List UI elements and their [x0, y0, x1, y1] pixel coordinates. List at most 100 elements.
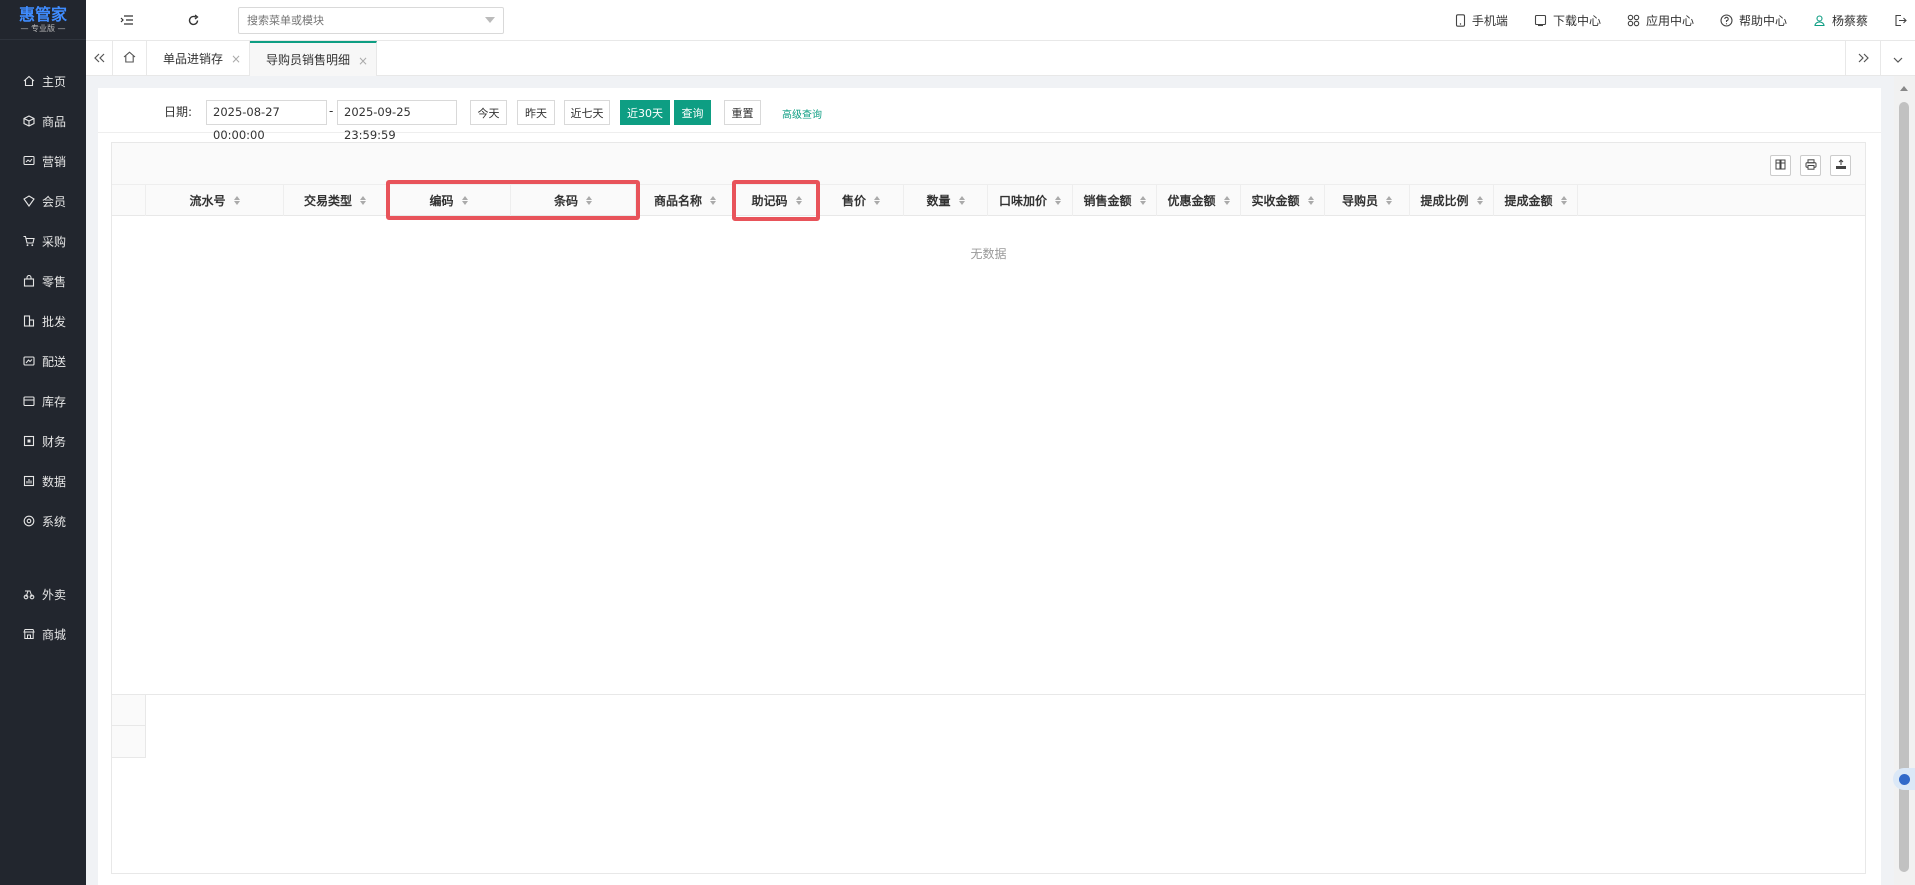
app-center-link[interactable]: 应用中心: [1627, 12, 1694, 29]
mobile-icon: [1455, 14, 1466, 27]
sort-icon[interactable]: [1307, 196, 1314, 205]
tabs-scroll-right-button[interactable]: [1845, 41, 1880, 76]
select-column-header: [112, 185, 146, 216]
sort-icon[interactable]: [1386, 196, 1392, 205]
sidebar-item-label: 数据: [42, 474, 67, 489]
apps-icon: [1627, 14, 1640, 27]
sort-icon[interactable]: [795, 196, 802, 205]
sidebar-item-mall[interactable]: 商城: [0, 614, 86, 654]
sidebar-item-label: 营销: [42, 154, 67, 169]
column-header-product-name[interactable]: 商品名称: [636, 185, 735, 216]
menu-toggle-icon[interactable]: [119, 12, 135, 28]
tabs-menu-button[interactable]: [1880, 41, 1915, 76]
column-header-commission-rate[interactable]: 提成比例: [1410, 185, 1494, 216]
sidebar-item-label: 主页: [42, 74, 67, 89]
column-header-code[interactable]: 编码: [387, 185, 511, 216]
member-icon: [22, 195, 35, 208]
logout-button[interactable]: [1894, 14, 1907, 27]
help-center-link[interactable]: 帮助中心: [1720, 12, 1787, 29]
column-header-price[interactable]: 售价: [819, 185, 904, 216]
sort-icon[interactable]: [710, 196, 716, 205]
sidebar-item-system[interactable]: 系统: [0, 501, 86, 541]
today-button[interactable]: 今天: [470, 100, 507, 125]
sidebar-item-member[interactable]: 会员: [0, 181, 86, 221]
tab-single-item-inventory[interactable]: 单品进销存 ×: [147, 41, 250, 76]
refresh-icon[interactable]: [185, 12, 201, 28]
column-header-transaction-type[interactable]: 交易类型: [284, 185, 387, 216]
sidebar-item-finance[interactable]: 财务: [0, 421, 86, 461]
scroll-up-arrow-icon[interactable]: [1900, 86, 1908, 91]
sort-icon[interactable]: [1476, 196, 1483, 205]
scrollbar-thumb[interactable]: [1899, 102, 1909, 872]
mobile-link[interactable]: 手机端: [1455, 12, 1508, 29]
close-icon[interactable]: ×: [358, 54, 368, 68]
cube-icon: [22, 115, 35, 128]
sidebar-item-purchase[interactable]: 采购: [0, 221, 86, 261]
column-header-flavor-surcharge[interactable]: 口味加价: [988, 185, 1073, 216]
sidebar-item-home[interactable]: 主页: [0, 61, 86, 101]
sort-icon[interactable]: [233, 196, 240, 205]
page-scrollbar[interactable]: [1894, 76, 1915, 885]
sidebar-item-label: 商品: [42, 114, 67, 129]
column-header-commission-amount[interactable]: 提成金额: [1494, 185, 1578, 216]
export-button[interactable]: [1830, 155, 1851, 176]
column-header-shopping-guide[interactable]: 导购员: [1325, 185, 1410, 216]
sort-icon[interactable]: [461, 196, 468, 205]
sort-icon[interactable]: [874, 196, 880, 205]
download-center-link[interactable]: 下载中心: [1534, 12, 1601, 29]
query-button[interactable]: 查询: [674, 100, 711, 125]
advanced-query-link[interactable]: 高级查询: [782, 106, 822, 121]
sort-icon[interactable]: [1223, 196, 1230, 205]
export-icon: [1835, 158, 1847, 173]
column-settings-button[interactable]: [1770, 155, 1791, 176]
reset-button[interactable]: 重置: [724, 100, 761, 125]
tab-bar: 单品进销存 × 导购员销售明细 ×: [86, 41, 1915, 76]
last-30-days-button[interactable]: 近30天: [620, 100, 670, 125]
sidebar-item-retail[interactable]: 零售: [0, 261, 86, 301]
start-date-input[interactable]: 2025-08-27 00:00:00: [206, 100, 327, 142]
sidebar-item-marketing[interactable]: 营销: [0, 141, 86, 181]
marketing-icon: [22, 155, 35, 168]
menu-search-input[interactable]: [239, 8, 469, 33]
tab-guide-sales-detail[interactable]: 导购员销售明细 ×: [250, 41, 377, 76]
logo[interactable]: 惠管家 — 专业版 —: [0, 0, 86, 40]
help-icon: [1720, 14, 1733, 27]
tabs-scroll-left-button[interactable]: [86, 41, 113, 76]
sort-icon[interactable]: [1139, 196, 1146, 205]
close-icon[interactable]: ×: [231, 52, 241, 66]
sort-icon[interactable]: [586, 196, 592, 205]
sort-icon[interactable]: [1560, 196, 1567, 205]
yesterday-button[interactable]: 昨天: [517, 100, 555, 125]
table-footer-divider: [112, 694, 1865, 695]
column-header-serial-no[interactable]: 流水号: [146, 185, 284, 216]
user-menu[interactable]: 杨蔡蔡: [1813, 12, 1868, 29]
summary-row: [112, 726, 146, 758]
sidebar-item-takeaway[interactable]: 外卖: [0, 574, 86, 614]
sidebar-item-data[interactable]: 数据: [0, 461, 86, 501]
column-header-quantity[interactable]: 数量: [904, 185, 988, 216]
download-label: 下载中心: [1552, 14, 1601, 28]
sort-icon[interactable]: [360, 196, 366, 205]
print-button[interactable]: [1800, 155, 1821, 176]
column-header-discount-amount[interactable]: 优惠金额: [1157, 185, 1241, 216]
filter-bar: 日期: 2025-08-27 00:00:00 - 2025-09-25 23:…: [98, 88, 1881, 142]
last-7-days-button[interactable]: 近七天: [564, 100, 610, 125]
sidebar-item-wholesale[interactable]: 批发: [0, 301, 86, 341]
end-date-input[interactable]: 2025-09-25 23:59:59: [337, 100, 457, 142]
sidebar-item-inventory[interactable]: 库存: [0, 381, 86, 421]
sort-icon[interactable]: [958, 196, 965, 205]
menu-search[interactable]: [238, 7, 504, 34]
column-header-received-amount[interactable]: 实收金额: [1241, 185, 1325, 216]
main-content: 日期: 2025-08-27 00:00:00 - 2025-09-25 23:…: [98, 88, 1881, 885]
tab-home[interactable]: [113, 41, 147, 76]
column-header-barcode[interactable]: 条码: [511, 185, 636, 216]
assistant-float-button[interactable]: [1893, 768, 1915, 790]
sort-icon[interactable]: [1055, 196, 1061, 205]
sidebar-item-delivery[interactable]: 配送: [0, 341, 86, 381]
print-icon: [1805, 158, 1817, 173]
apps-label: 应用中心: [1645, 14, 1694, 28]
column-header-sales-amount[interactable]: 销售金额: [1073, 185, 1157, 216]
sidebar-item-goods[interactable]: 商品: [0, 101, 86, 141]
cart-icon: [22, 235, 35, 248]
column-header-mnemonic-code[interactable]: 助记码: [735, 185, 819, 216]
